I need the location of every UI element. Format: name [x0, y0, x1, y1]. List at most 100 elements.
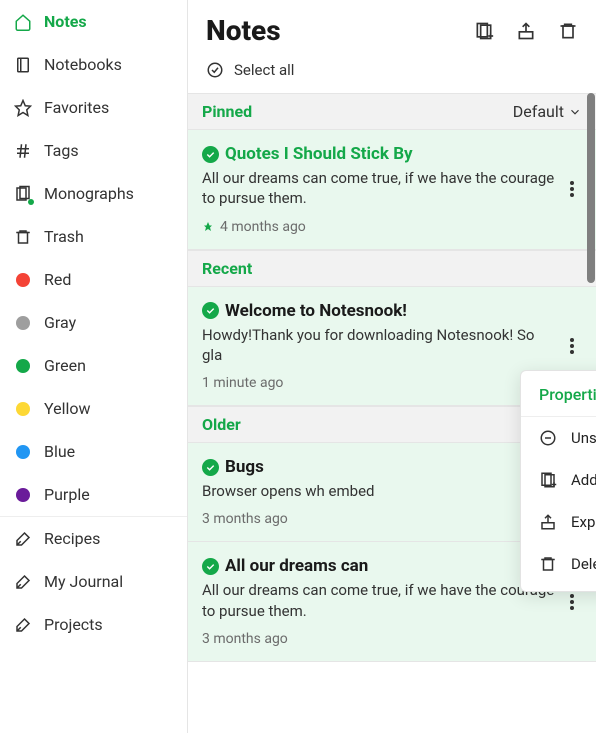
topbar: Notes [188, 0, 596, 55]
home-icon [14, 13, 32, 31]
add-notebook-icon[interactable] [474, 21, 494, 41]
page-title: Notes [206, 14, 281, 47]
color-dot-icon [14, 271, 32, 289]
note-item[interactable]: Quotes I Should Stick By All our dreams … [188, 130, 596, 250]
sidebar-color-green[interactable]: Green [0, 344, 187, 387]
ctx-delete[interactable]: Delete [521, 543, 596, 585]
color-dot-icon [14, 486, 32, 504]
shortcut-icon [14, 530, 32, 548]
export-icon[interactable] [516, 21, 536, 41]
sort-dropdown[interactable]: Default [513, 102, 582, 121]
sidebar-shortcut-recipes[interactable]: Recipes [0, 517, 187, 560]
section-pinned: Pinned Default [188, 93, 596, 130]
sidebar-color-yellow[interactable]: Yellow [0, 387, 187, 430]
note-title: All our dreams can [225, 556, 368, 576]
sidebar-item-label: Gray [44, 313, 76, 332]
book-icon [14, 56, 32, 74]
sidebar-item-label: Recipes [44, 529, 100, 548]
note-title: Quotes I Should Stick By [225, 144, 413, 164]
note-meta: 3 months ago [202, 631, 556, 647]
check-icon [202, 558, 219, 575]
sidebar-item-label: Yellow [44, 399, 91, 418]
note-menu-button[interactable] [560, 334, 584, 358]
sidebar-item-notebooks[interactable]: Notebooks [0, 43, 187, 86]
sidebar-item-tags[interactable]: Tags [0, 129, 187, 172]
star-icon [14, 99, 32, 117]
chevron-down-icon [568, 105, 582, 119]
note-timestamp: 3 months ago [202, 511, 288, 527]
note-timestamp: 1 minute ago [202, 375, 283, 391]
ctx-item-label: Unselect [571, 429, 596, 447]
topbar-actions [474, 21, 578, 41]
note-title: Bugs [225, 457, 264, 477]
section-recent: Recent [188, 250, 596, 287]
context-menu: Properties Unselect Add to notebook(s) E… [520, 370, 596, 592]
trash-icon [539, 555, 557, 573]
note-body: All our dreams can come true, if we have… [202, 168, 556, 209]
sidebar-item-label: Trash [44, 227, 84, 246]
sidebar-color-blue[interactable]: Blue [0, 430, 187, 473]
sidebar-item-label: My Journal [44, 572, 123, 591]
sidebar-item-label: Tags [44, 141, 79, 160]
sidebar-color-gray[interactable]: Gray [0, 301, 187, 344]
ctx-export[interactable]: Export [521, 501, 596, 543]
sidebar-shortcut-projects[interactable]: Projects [0, 603, 187, 646]
sidebar-item-monographs[interactable]: Monographs [0, 172, 187, 215]
note-title: Welcome to Notesnook! [225, 301, 407, 321]
color-dot-icon [14, 400, 32, 418]
sidebar-item-label: Monographs [44, 184, 134, 203]
unselect-icon [539, 429, 557, 447]
trash-icon [14, 228, 32, 246]
shortcut-icon [14, 573, 32, 591]
scrollbar-thumb[interactable] [587, 93, 595, 283]
sidebar-item-favorites[interactable]: Favorites [0, 86, 187, 129]
export-icon [539, 513, 557, 531]
sidebar-item-label: Notebooks [44, 55, 122, 74]
monograph-icon [14, 185, 32, 203]
ctx-item-label: Add to notebook(s) [571, 471, 596, 489]
pin-icon [202, 221, 214, 233]
section-label: Recent [202, 259, 252, 278]
sidebar-item-label: Favorites [44, 98, 109, 117]
select-all-label: Select all [234, 61, 294, 79]
section-label: Older [202, 415, 241, 434]
ctx-unselect[interactable]: Unselect [521, 417, 596, 459]
note-body: All our dreams can come true, if we have… [202, 580, 556, 621]
add-book-icon [539, 471, 557, 489]
sidebar-item-label: Purple [44, 485, 90, 504]
sidebar-color-red[interactable]: Red [0, 258, 187, 301]
note-menu-button[interactable] [560, 177, 584, 201]
sidebar-item-label: Green [44, 356, 86, 375]
note-timestamp: 3 months ago [202, 631, 288, 647]
check-icon [202, 302, 219, 319]
sidebar-color-purple[interactable]: Purple [0, 473, 187, 516]
sidebar: Notes Notebooks Favorites Tags Monograph… [0, 0, 188, 733]
section-label: Pinned [202, 102, 252, 121]
trash-icon[interactable] [558, 21, 578, 41]
sidebar-item-notes[interactable]: Notes [0, 0, 187, 43]
sidebar-item-trash[interactable]: Trash [0, 215, 187, 258]
ctx-item-label: Export [571, 513, 596, 531]
sidebar-item-label: Notes [44, 12, 87, 31]
hash-icon [14, 142, 32, 160]
sidebar-item-label: Blue [44, 442, 75, 461]
ctx-item-label: Delete [571, 555, 596, 573]
note-meta: 4 months ago [202, 219, 556, 235]
check-icon [202, 459, 219, 476]
color-dot-icon [14, 314, 32, 332]
context-menu-header: Properties [521, 371, 596, 417]
sidebar-item-label: Projects [44, 615, 103, 634]
note-body: Howdy!Thank you for downloading Notesnoo… [202, 325, 556, 366]
ctx-add-notebook[interactable]: Add to notebook(s) [521, 459, 596, 501]
note-meta: 1 minute ago [202, 375, 556, 391]
indicator-dot [28, 199, 34, 205]
note-body: Browser opens wh embed [202, 481, 556, 501]
check-icon [202, 146, 219, 163]
color-dot-icon [14, 357, 32, 375]
select-all-button[interactable]: Select all [188, 55, 596, 93]
sort-label: Default [513, 102, 564, 121]
select-all-icon [206, 61, 224, 79]
note-meta: 3 months ago [202, 511, 556, 527]
sidebar-shortcut-journal[interactable]: My Journal [0, 560, 187, 603]
note-menu-button[interactable] [560, 590, 584, 614]
